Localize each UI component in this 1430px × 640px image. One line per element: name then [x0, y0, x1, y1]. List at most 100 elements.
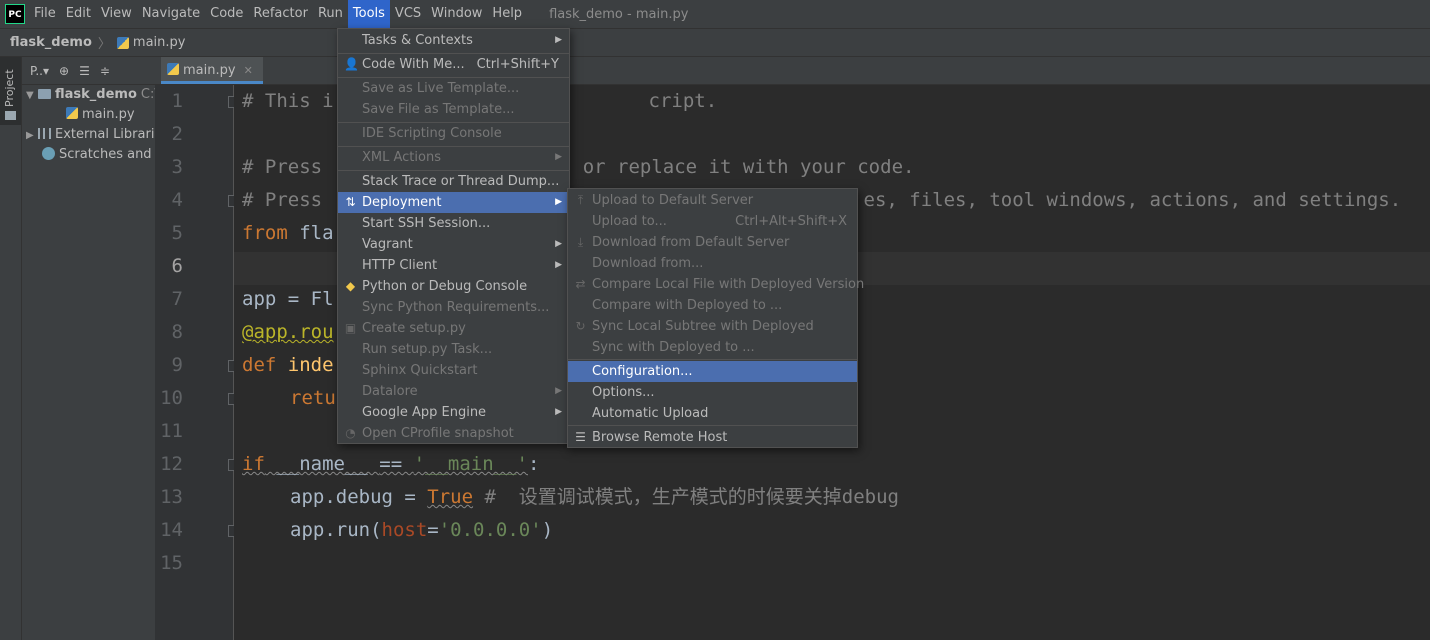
code-token: :: [528, 453, 540, 475]
code-token: inde: [276, 354, 334, 376]
code-token: # Press: [242, 156, 334, 178]
menu-item-save-file-template[interactable]: Save File as Template...: [338, 99, 569, 120]
menu-item-label: Save File as Template...: [362, 102, 515, 117]
menu-item-tasks-contexts[interactable]: Tasks & Contexts ▶: [338, 30, 569, 51]
menu-item-sync-python-requirements[interactable]: Sync Python Requirements...: [338, 297, 569, 318]
menu-item-label: XML Actions: [362, 150, 441, 165]
tree-item-scratches[interactable]: Scratches and C: [22, 145, 155, 165]
close-tab-icon[interactable]: ✕: [244, 64, 253, 77]
code-token: if: [242, 453, 265, 475]
code-line-5: from fla: [242, 217, 334, 250]
menu-item-deployment[interactable]: ⇅ Deployment ▶: [338, 192, 569, 213]
code-token: # This i: [242, 90, 334, 112]
menu-item-compare-local-file[interactable]: ⇄ Compare Local File with Deployed Versio…: [568, 274, 864, 295]
project-toolbar: P..▾ ⊕ ☰ ≑: [22, 57, 155, 85]
breadcrumb-project[interactable]: flask_demo: [10, 35, 92, 50]
code-token: def: [242, 354, 277, 376]
menu-item-datalore[interactable]: Datalore ▶: [338, 381, 569, 402]
menu-item-create-setup-py[interactable]: ▣ Create setup.py: [338, 318, 569, 339]
tree-item-label: External Libraries: [55, 127, 155, 142]
menu-item-label: Compare Local File with Deployed Version: [592, 277, 865, 292]
menu-item-download-from[interactable]: Download from...: [568, 253, 857, 274]
scratches-icon: [42, 147, 55, 160]
collapsed-arrow-icon[interactable]: ▶: [26, 126, 38, 146]
collapse-all-icon[interactable]: ≑: [100, 64, 110, 78]
folder-icon: [5, 111, 16, 120]
breadcrumb-file[interactable]: main.py: [133, 35, 186, 50]
menu-item-code-with-me[interactable]: 👤 Code With Me... Ctrl+Shift+Y: [338, 54, 569, 75]
line-number: 12: [160, 453, 183, 475]
menu-item-upload-default-server[interactable]: ⤒ Upload to Default Server: [568, 190, 857, 211]
menu-code[interactable]: Code: [205, 0, 248, 28]
menu-refactor[interactable]: Refactor: [248, 0, 313, 28]
menu-edit[interactable]: Edit: [61, 0, 96, 28]
menu-view[interactable]: View: [96, 0, 137, 28]
menu-item-http-client[interactable]: HTTP Client ▶: [338, 255, 569, 276]
menu-item-sync-local-subtree[interactable]: ↻ Sync Local Subtree with Deployed: [568, 316, 857, 337]
menu-item-label: Deployment: [362, 195, 442, 210]
menu-item-label: Compare with Deployed to ...: [592, 298, 783, 313]
menu-item-options[interactable]: Options...: [568, 382, 857, 403]
tree-item-external-libraries[interactable]: ▶ External Libraries: [22, 125, 155, 145]
code-token: fla: [287, 222, 334, 244]
line-number: 6: [171, 255, 183, 277]
menu-item-label: Code With Me...: [362, 57, 465, 72]
code-token: ): [541, 519, 554, 541]
python-file-icon: [66, 107, 78, 119]
menu-item-label: Run setup.py Task...: [362, 342, 493, 357]
project-tool-button[interactable]: Project: [0, 57, 21, 125]
code-token: from: [242, 222, 288, 244]
menu-item-upload-to[interactable]: Upload to... Ctrl+Alt+Shift+X: [568, 211, 857, 232]
code-line-10: retu: [242, 382, 336, 415]
code-token: True: [427, 486, 474, 508]
editor-tab-main-py[interactable]: main.py ✕: [161, 57, 263, 84]
menu-file[interactable]: File: [29, 0, 61, 28]
menu-item-xml-actions[interactable]: XML Actions ▶: [338, 147, 569, 168]
menu-item-label: Sync Python Requirements...: [362, 300, 550, 315]
menu-item-sphinx-quickstart[interactable]: Sphinx Quickstart: [338, 360, 569, 381]
menu-item-browse-remote-host[interactable]: ☰ Browse Remote Host: [568, 427, 857, 448]
locate-icon[interactable]: ⊕: [59, 64, 69, 78]
expanded-arrow-icon[interactable]: ▼: [26, 86, 38, 106]
menu-item-save-live-template[interactable]: Save as Live Template...: [338, 78, 569, 99]
menu-item-download-default-server[interactable]: ⤓ Download from Default Server: [568, 232, 857, 253]
menu-item-stack-trace[interactable]: Stack Trace or Thread Dump...: [338, 171, 569, 192]
expand-all-icon[interactable]: ☰: [79, 64, 90, 78]
menu-help[interactable]: Help: [487, 0, 527, 28]
menu-window[interactable]: Window: [426, 0, 487, 28]
menu-item-automatic-upload[interactable]: Automatic Upload: [568, 403, 857, 424]
menu-tools[interactable]: Tools: [347, 0, 390, 28]
tree-item-path: C:\: [140, 87, 155, 102]
line-number: 11: [160, 420, 183, 442]
menu-navigate[interactable]: Navigate: [137, 0, 205, 28]
deployment-submenu: ⤒ Upload to Default Server Upload to... Ct…: [567, 188, 864, 448]
menu-run[interactable]: Run: [313, 0, 348, 28]
menu-item-sync-with-deployed[interactable]: Sync with Deployed to ...: [568, 337, 857, 358]
code-token: retu: [290, 387, 336, 409]
menu-item-start-ssh-session[interactable]: Start SSH Session...: [338, 213, 569, 234]
tree-item-main-py[interactable]: main.py: [22, 105, 155, 125]
menu-vcs[interactable]: VCS: [390, 0, 426, 28]
submenu-arrow-icon: ▶: [555, 152, 562, 162]
project-view-selector[interactable]: P..▾: [30, 64, 49, 78]
code-line-13: app.debug = True # 设置调试模式，生产模式的时候要关掉debu…: [242, 481, 899, 514]
menu-item-label: Browse Remote Host: [592, 430, 728, 445]
menu-item-configuration[interactable]: Configuration...: [568, 361, 857, 382]
menu-item-ide-scripting-console[interactable]: IDE Scripting Console: [338, 123, 569, 144]
menu-item-run-setup-py-task[interactable]: Run setup.py Task...: [338, 339, 569, 360]
menu-item-label: Sync with Deployed to ...: [592, 340, 755, 355]
menu-item-open-cprofile-snapshot[interactable]: ◔ Open CProfile snapshot: [338, 423, 569, 444]
menu-item-vagrant[interactable]: Vagrant ▶: [338, 234, 569, 255]
code-line-12: if __name__ == '__main__':: [242, 448, 539, 481]
line-number: 3: [171, 156, 183, 178]
menu-item-label: Stack Trace or Thread Dump...: [362, 174, 560, 189]
menu-separator: [568, 359, 857, 360]
menu-item-label: Options...: [592, 385, 655, 400]
breadcrumb-separator-icon: 〉: [97, 37, 111, 52]
line-number: 2: [171, 123, 183, 145]
menu-item-compare-with-deployed[interactable]: Compare with Deployed to ...: [568, 295, 857, 316]
code-line-9: def inde: [242, 349, 334, 382]
menu-item-google-app-engine[interactable]: Google App Engine ▶: [338, 402, 569, 423]
tree-item-project-root[interactable]: ▼ flask_demoC:\: [22, 85, 155, 105]
menu-item-python-debug-console[interactable]: ◆ Python or Debug Console: [338, 276, 569, 297]
